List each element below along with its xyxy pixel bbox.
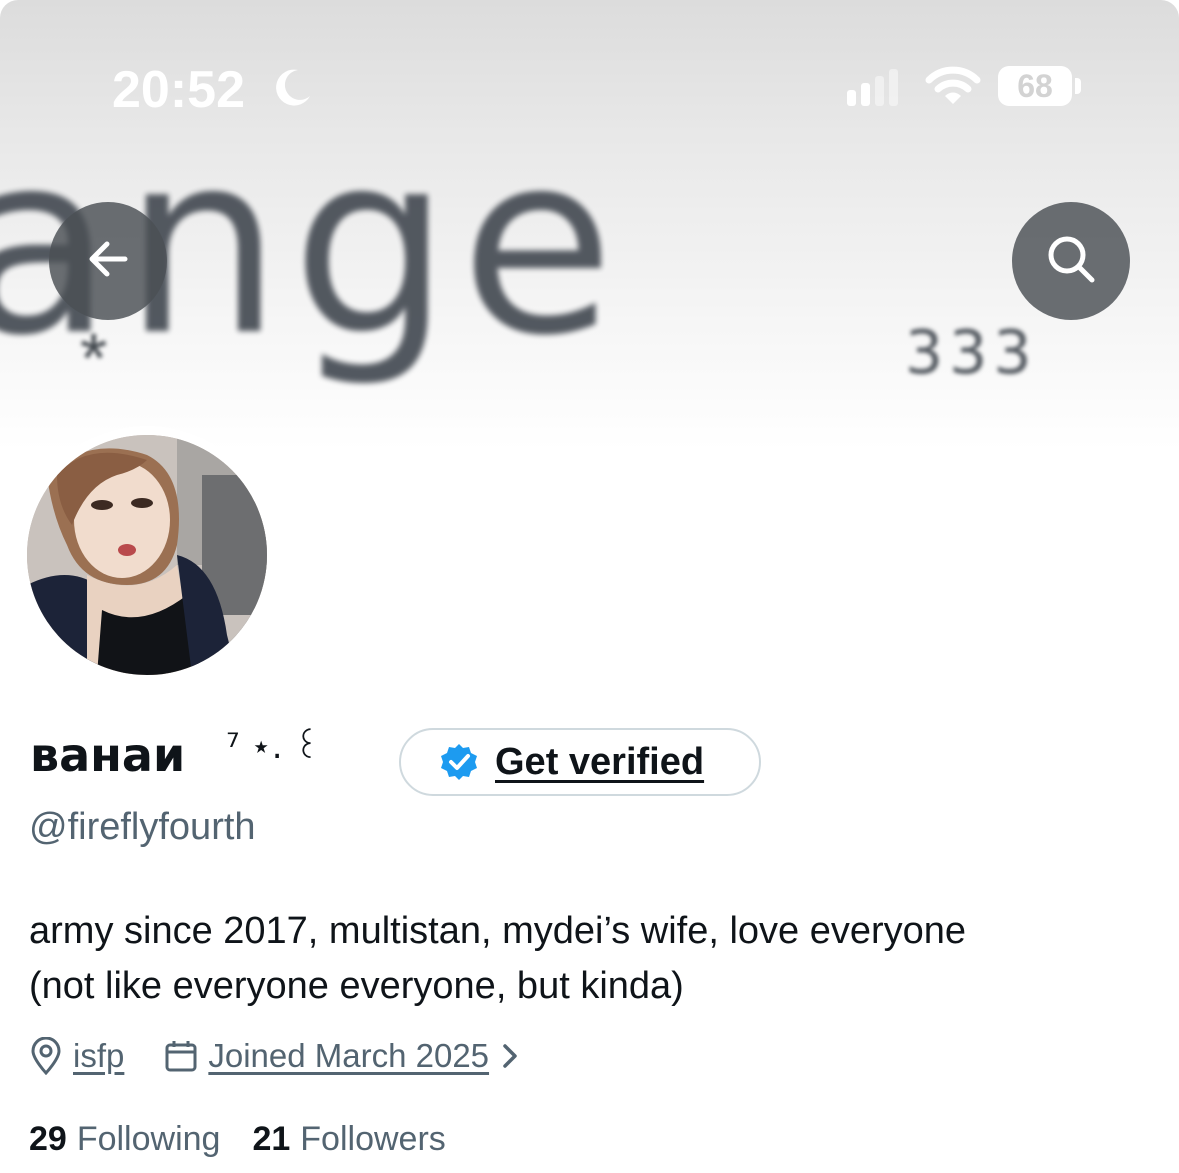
following-label: Following [76, 1120, 221, 1158]
get-verified-button[interactable]: Get verified [399, 728, 761, 796]
moon-icon [270, 66, 314, 115]
get-verified-label: Get verified [495, 740, 705, 783]
profile-meta: isfp Joined March 2025 [29, 1032, 521, 1080]
back-button[interactable] [49, 202, 167, 320]
banner-star: * [80, 319, 108, 397]
bio-line: army since 2017, multistan, mydei’s wife… [29, 910, 967, 952]
joined-date-link[interactable]: Joined March 2025 [208, 1037, 489, 1075]
chevron-right-icon[interactable] [499, 1041, 521, 1071]
search-icon [1045, 233, 1097, 290]
calendar-icon [164, 1039, 198, 1073]
battery-tip [1075, 78, 1081, 94]
battery-icon: 68 [998, 66, 1072, 106]
banner-number: 333 [905, 318, 1038, 388]
profile-handle: @fireflyfourth [29, 806, 256, 848]
verified-badge-icon [439, 742, 479, 782]
status-bar: 20:52 68 [0, 0, 1179, 170]
signal-icon [845, 68, 905, 113]
profile-bio: army since 2017, multistan, mydei’s wife… [29, 904, 1149, 1014]
followers-label: Followers [300, 1120, 446, 1158]
name-decoration: ⁷ ⋆. ꒰ [226, 727, 320, 767]
following-stat[interactable]: 29 Following [29, 1120, 220, 1159]
avatar[interactable] [27, 435, 267, 675]
location-icon [29, 1037, 63, 1075]
location-link[interactable]: isfp [73, 1037, 124, 1075]
followers-stat[interactable]: 21 Followers [252, 1120, 445, 1159]
followers-count: 21 [252, 1120, 291, 1158]
wifi-icon [925, 66, 981, 111]
search-button[interactable] [1012, 202, 1130, 320]
following-count: 29 [29, 1120, 67, 1158]
back-arrow-icon [85, 236, 131, 287]
status-time: 20:52 [112, 61, 245, 119]
follow-stats: 29 Following 21 Followers [29, 1120, 446, 1159]
bio-line: (not like everyone everyone, but kinda) [29, 965, 684, 1007]
display-name: ванаи [30, 728, 186, 782]
